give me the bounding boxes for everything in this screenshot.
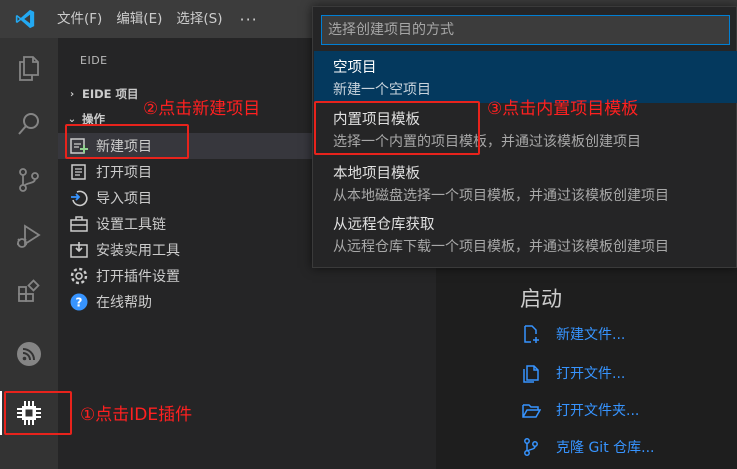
esp-idf-icon[interactable]: [0, 326, 58, 382]
quick-pick-item-description: 新建一个空项目: [333, 82, 431, 98]
menu-more-button[interactable]: ···: [230, 10, 268, 29]
open-file-link[interactable]: 打开文件...: [520, 362, 625, 384]
sidebar-item-label: 在线帮助: [96, 295, 152, 311]
import-project-icon: [68, 187, 90, 209]
quick-pick-item-label: 本地项目模板: [333, 166, 420, 182]
sidebar-item-label: 打开项目: [96, 165, 152, 181]
svg-text:?: ?: [76, 296, 83, 310]
quick-pick-item-label: 从远程仓库获取: [333, 217, 435, 233]
section-eide-project-label: EIDE 项目: [82, 87, 139, 101]
clone-git-label: 克隆 Git 仓库...: [556, 440, 655, 456]
new-file-icon: [520, 323, 542, 345]
new-file-label: 新建文件...: [556, 327, 626, 343]
extensions-icon[interactable]: [0, 264, 58, 320]
quick-pick-item-description: 从本地磁盘选择一个项目模板，并通过该模板创建项目: [333, 188, 669, 204]
section-eide-project[interactable]: › EIDE 项目: [66, 86, 139, 102]
annotation-step2: ②点击新建项目: [143, 99, 261, 119]
sidebar-item-label: 安装实用工具: [96, 243, 180, 259]
help-icon: ?: [68, 291, 90, 313]
open-folder-icon: [520, 399, 542, 421]
annotation-step3: ③点击内置项目模板: [487, 99, 639, 119]
vscode-logo-icon: [0, 0, 50, 38]
gear-icon: [68, 265, 90, 287]
open-file-icon: [520, 362, 542, 384]
chevron-right-icon: ›: [69, 88, 75, 100]
explorer-icon[interactable]: [0, 40, 58, 96]
git-clone-icon: [520, 436, 542, 458]
welcome-start-title: 启动: [520, 287, 562, 311]
annotation-box-new-project: [65, 124, 189, 159]
source-control-icon[interactable]: [0, 152, 58, 208]
sidebar-item-online-help[interactable]: ? 在线帮助: [58, 289, 436, 315]
annotation-box-eide-plugin: [4, 391, 72, 435]
annotation-box-builtin-template: [314, 101, 480, 155]
new-file-link[interactable]: 新建文件...: [520, 323, 625, 345]
chevron-down-icon: ⌄: [67, 113, 77, 125]
sidebar-item-label: 设置工具链: [96, 217, 166, 233]
menu-file[interactable]: 文件(F): [50, 0, 109, 38]
run-debug-icon[interactable]: [0, 208, 58, 264]
sidebar-item-label: 打开插件设置: [96, 269, 180, 285]
clone-git-link[interactable]: 克隆 Git 仓库...: [520, 436, 654, 458]
quick-pick-item-description: 从远程仓库下载一个项目模板，并通过该模板创建项目: [333, 239, 669, 255]
quick-pick-item-remote-repo[interactable]: 从远程仓库获取 从远程仓库下载一个项目模板，并通过该模板创建项目: [314, 208, 737, 260]
sidebar-title: EIDE: [80, 54, 108, 67]
annotation-step1: ①点击IDE插件: [80, 405, 193, 425]
sidebar-item-label: 导入项目: [96, 191, 152, 207]
quick-pick-input-box[interactable]: [321, 15, 730, 45]
quick-pick-input[interactable]: [328, 22, 729, 38]
search-icon[interactable]: [0, 96, 58, 152]
open-file-label: 打开文件...: [556, 366, 626, 382]
quick-pick-item-local-template[interactable]: 本地项目模板 从本地磁盘选择一个项目模板，并通过该模板创建项目: [314, 157, 737, 209]
quick-pick-item-label: 空项目: [333, 60, 377, 76]
menu-edit[interactable]: 编辑(E): [109, 0, 169, 38]
toolbox-icon: [68, 213, 90, 235]
open-folder-label: 打开文件夹...: [556, 403, 640, 419]
install-tools-icon: [68, 239, 90, 261]
open-project-icon: [68, 161, 90, 183]
menu-selection[interactable]: 选择(S): [169, 0, 229, 38]
open-folder-link[interactable]: 打开文件夹...: [520, 399, 639, 421]
